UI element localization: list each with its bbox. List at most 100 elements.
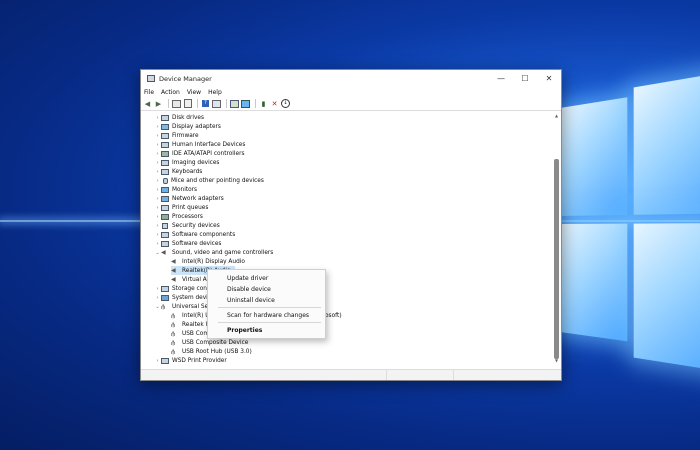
update-driver-icon[interactable] [230, 99, 239, 108]
tree-item[interactable]: › Software devices [154, 239, 221, 248]
usb-icon: ⫛ [171, 311, 176, 320]
usb-icon: ⫛ [171, 347, 176, 356]
tree-item[interactable]: › IDE ATA/ATAPI controllers [154, 149, 245, 158]
toolbar-separator [255, 99, 256, 108]
chevron-right-icon[interactable]: › [154, 160, 161, 166]
tree-child-item[interactable]: ⫛ USB Composite Device [171, 338, 248, 347]
scrollbar-thumb[interactable] [554, 159, 559, 359]
chevron-right-icon[interactable]: › [154, 223, 161, 229]
title-bar[interactable]: Device Manager — ☐ ✕ [141, 70, 561, 87]
chevron-right-icon[interactable]: › [154, 205, 161, 211]
uninstall-device-menu-item[interactable]: Uninstall device [208, 295, 325, 305]
device-tree: › Disk drives › Display adapters › Firmware… [141, 111, 551, 366]
chevron-down-icon[interactable]: ⌄ [154, 304, 161, 310]
menu-separator [218, 307, 321, 308]
tree-item-expanded[interactable]: ⌄ ◀ Sound, video and game controllers [154, 248, 273, 257]
chevron-right-icon[interactable]: › [154, 196, 161, 202]
storage-controller-icon [161, 285, 169, 292]
mouse-icon [163, 177, 168, 184]
tree-item[interactable]: › Software components [154, 230, 235, 239]
toolbar-separator [168, 99, 169, 108]
tree-item[interactable]: › WSD Print Provider [154, 356, 227, 365]
status-bar-divider [453, 370, 454, 380]
menu-action[interactable]: Action [161, 89, 180, 96]
menu-help[interactable]: Help [208, 89, 222, 96]
network-adapter-icon [161, 195, 169, 202]
chevron-right-icon[interactable]: › [154, 358, 161, 364]
tree-item[interactable]: › Monitors [154, 185, 197, 194]
system-device-icon [161, 294, 169, 301]
printer-icon [161, 357, 169, 364]
chevron-right-icon[interactable]: › [154, 178, 161, 184]
chevron-right-icon[interactable]: › [154, 214, 161, 220]
chevron-right-icon[interactable]: › [154, 133, 161, 139]
tree-child-item[interactable]: ◀ Virtual Au [171, 275, 210, 284]
tree-item[interactable]: › Storage contr [154, 284, 212, 293]
properties-icon[interactable] [183, 99, 192, 108]
view-icon[interactable] [212, 99, 221, 108]
tree-item[interactable]: › Security devices [154, 221, 220, 230]
tree-item[interactable]: › System devi [154, 293, 208, 302]
chevron-right-icon[interactable]: › [154, 124, 161, 130]
chevron-right-icon[interactable]: › [154, 169, 161, 175]
minimize-button[interactable]: — [489, 70, 513, 87]
speaker-icon: ◀ [161, 248, 166, 256]
tree-item[interactable]: › Disk drives [154, 113, 204, 122]
menu-file[interactable]: File [144, 89, 154, 96]
chevron-right-icon[interactable]: › [154, 286, 161, 292]
menu-view[interactable]: View [187, 89, 201, 96]
chevron-right-icon[interactable]: › [154, 142, 161, 148]
monitor-icon [161, 186, 169, 193]
tree-item[interactable]: › Display adapters [154, 122, 221, 131]
properties-menu-item[interactable]: Properties [208, 325, 325, 335]
download-icon[interactable]: ↓ [281, 99, 290, 108]
chevron-right-icon[interactable]: › [154, 115, 161, 121]
software-component-icon [161, 231, 169, 238]
close-button[interactable]: ✕ [537, 70, 561, 87]
tree-item[interactable]: › Imaging devices [154, 158, 219, 167]
scan-hardware-menu-item[interactable]: Scan for hardware changes [208, 310, 325, 320]
show-hide-tree-icon[interactable] [172, 99, 181, 108]
chevron-right-icon[interactable]: › [154, 241, 161, 247]
back-icon[interactable]: ◀ [143, 99, 152, 108]
speaker-icon: ◀ [171, 266, 176, 274]
context-menu: Update driver Disable device Uninstall d… [207, 269, 326, 339]
scroll-down-icon[interactable]: ▼ [554, 358, 559, 363]
tree-child-item[interactable]: ◀ Intel(R) Display Audio [171, 257, 245, 266]
tree-child-item[interactable]: ⫛ USB Root Hub (USB 3.0) [171, 347, 252, 356]
tree-item[interactable]: › Keyboards [154, 167, 202, 176]
tree-item[interactable]: › Processors [154, 212, 203, 221]
tree-item[interactable]: › Network adapters [154, 194, 224, 203]
chevron-right-icon[interactable]: › [154, 232, 161, 238]
tree-item[interactable]: › Mice and other pointing devices [154, 176, 264, 185]
speaker-icon: ◀ [171, 275, 176, 283]
chevron-right-icon[interactable]: › [154, 295, 161, 301]
update-driver-menu-item[interactable]: Update driver [208, 273, 325, 283]
tree-item-expanded[interactable]: ⌄ ⫛ Universal Seri [154, 302, 212, 311]
disk-drive-icon [161, 114, 169, 121]
help-icon[interactable]: ? [201, 99, 210, 108]
disable-device-icon[interactable]: ▮ [259, 99, 268, 108]
camera-icon [161, 159, 169, 166]
maximize-button[interactable]: ☐ [513, 70, 537, 87]
toolbar-separator [197, 99, 198, 108]
windows-logo [560, 71, 700, 373]
usb-icon: ⫛ [171, 338, 176, 347]
usb-icon: ⫛ [161, 302, 166, 311]
forward-icon[interactable]: ▶ [154, 99, 163, 108]
tree-item[interactable]: › Print queues [154, 203, 208, 212]
chevron-right-icon[interactable]: › [154, 187, 161, 193]
display-adapter-icon [161, 123, 169, 130]
vertical-scrollbar[interactable]: ▲ ▼ [554, 113, 559, 363]
chevron-down-icon[interactable]: ⌄ [154, 250, 161, 256]
logo-pane [633, 71, 700, 215]
chevron-right-icon[interactable]: › [154, 151, 161, 157]
window-title: Device Manager [159, 74, 212, 83]
disable-device-menu-item[interactable]: Disable device [208, 284, 325, 294]
monitor-icon[interactable] [241, 99, 250, 108]
uninstall-icon[interactable]: ✕ [270, 99, 279, 108]
tree-item[interactable]: › Human Interface Devices [154, 140, 245, 149]
scroll-up-icon[interactable]: ▲ [554, 113, 559, 118]
security-device-icon [162, 222, 168, 229]
tree-item[interactable]: › Firmware [154, 131, 199, 140]
